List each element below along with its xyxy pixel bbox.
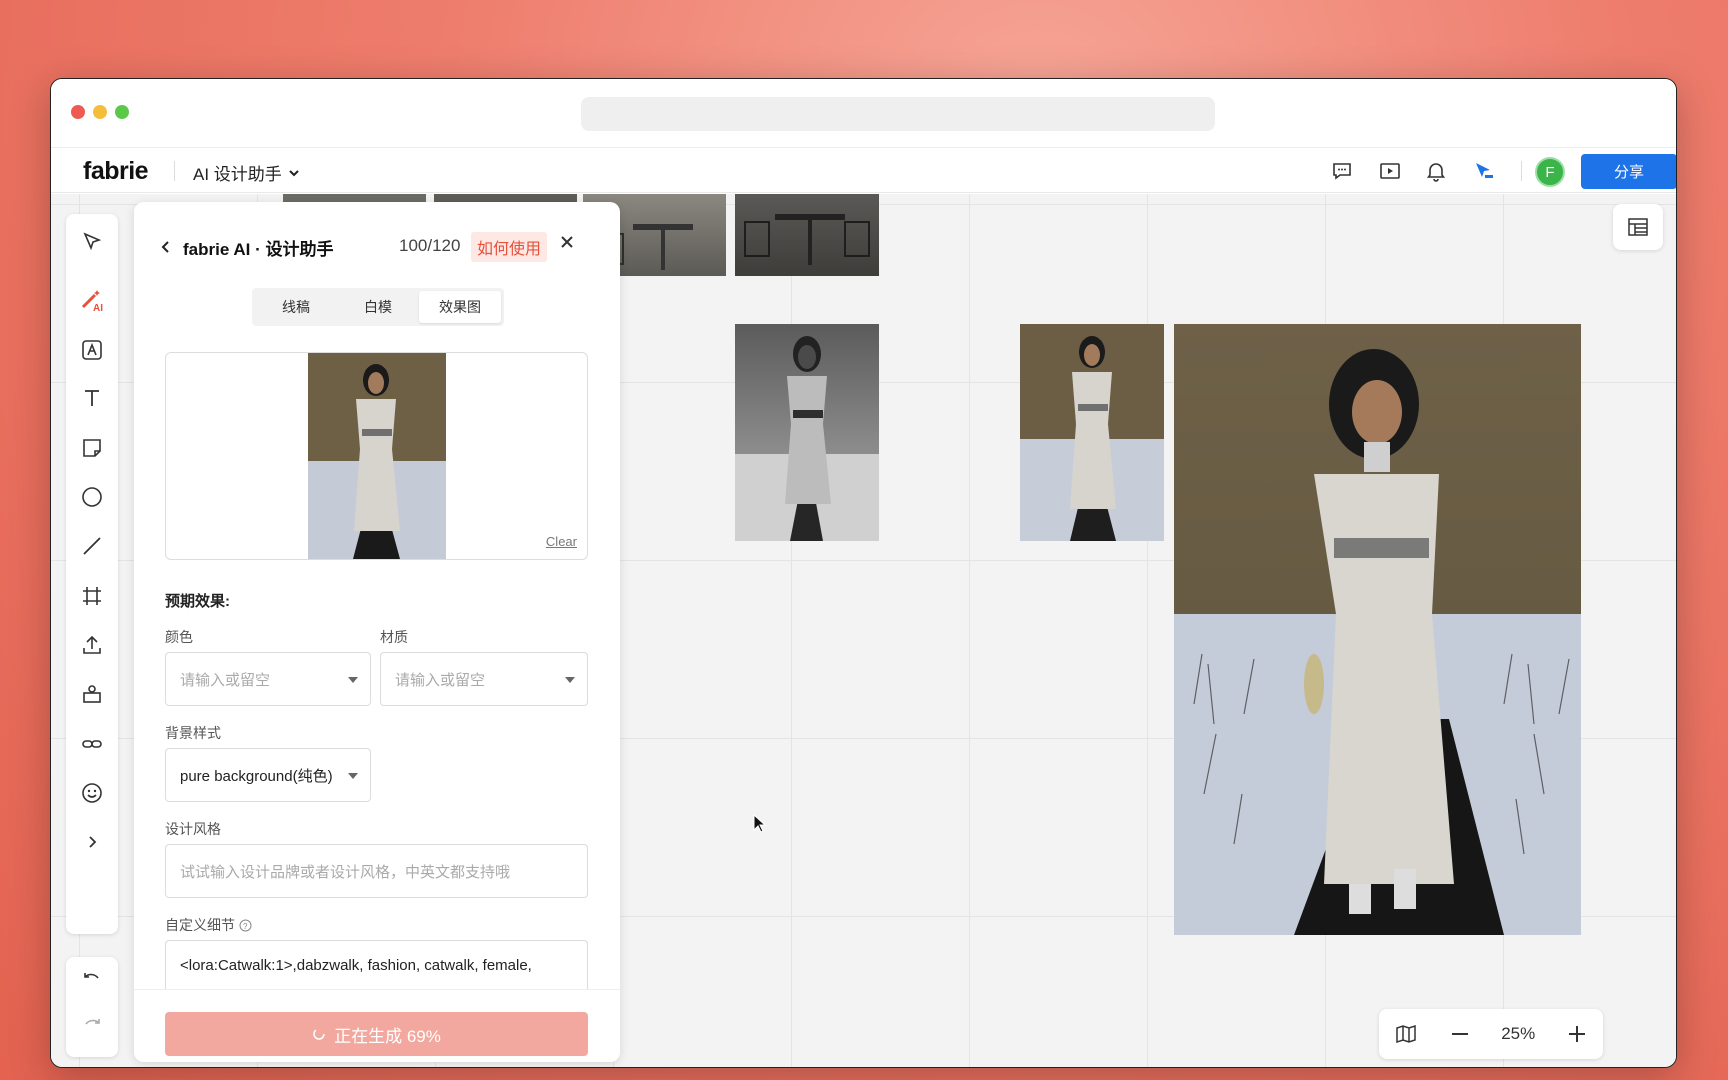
asset-library-icon[interactable]: [76, 678, 108, 710]
line-tool-icon[interactable]: [76, 530, 108, 562]
canvas-image[interactable]: [735, 194, 879, 276]
material-label: 材质: [380, 629, 408, 645]
upload-icon[interactable]: [76, 629, 108, 661]
color-placeholder: 请输入或留空: [180, 671, 271, 689]
spinner-icon: [313, 1028, 325, 1040]
back-icon[interactable]: [159, 240, 173, 254]
presentation-icon[interactable]: [1375, 156, 1405, 186]
caret-down-icon: [348, 677, 358, 683]
title-bar: [51, 79, 1676, 147]
mouse-cursor-icon: [753, 814, 767, 833]
zoom-out-icon[interactable]: [1449, 1023, 1471, 1045]
ai-magic-icon[interactable]: AI: [76, 284, 108, 316]
background-style-select[interactable]: pure background(纯色): [165, 748, 371, 802]
tab-render[interactable]: 效果图: [419, 291, 501, 323]
material-placeholder: 请输入或留空: [395, 671, 486, 689]
panel-title: fabrie AI · 设计助手: [183, 239, 334, 259]
divider: [1521, 161, 1522, 181]
bell-icon[interactable]: [1421, 156, 1451, 186]
address-bar[interactable]: [581, 97, 1215, 131]
canvas-image[interactable]: [735, 324, 879, 541]
canvas-image[interactable]: [434, 194, 577, 202]
select-tool-icon[interactable]: [76, 226, 108, 258]
app-logo: fabrie: [83, 157, 149, 185]
svg-text:?: ?: [243, 922, 248, 931]
maximize-window-button[interactable]: [115, 105, 129, 119]
redo-icon[interactable]: [76, 1011, 108, 1043]
share-button[interactable]: 分享: [1581, 154, 1676, 189]
close-window-button[interactable]: [71, 105, 85, 119]
expand-toolbar-icon[interactable]: [76, 826, 108, 858]
left-toolbar: AI: [66, 214, 118, 934]
mode-tabs: 线稿 白模 效果图: [252, 288, 504, 326]
app-header: fabrie AI 设计助手 F 分享: [51, 147, 1676, 193]
caret-down-icon: [348, 773, 358, 779]
text-frame-icon[interactable]: [76, 334, 108, 366]
divider: [174, 161, 175, 181]
assistant-menu-label: AI 设计助手: [193, 165, 282, 184]
ai-assistant-panel: fabrie AI · 设计助手 100/120 如何使用 线稿 白模 效果图: [134, 202, 620, 1062]
reference-image-upload[interactable]: Clear: [165, 352, 588, 560]
comment-icon[interactable]: [1327, 156, 1357, 186]
canvas[interactable]: AI fabrie AI · 设计助手 100/120 如何使用 线稿 白模 效…: [51, 194, 1676, 1067]
clear-link[interactable]: Clear: [546, 534, 577, 549]
design-style-placeholder: 试试输入设计品牌或者设计风格，中英文都支持哦: [180, 863, 511, 881]
design-style-label: 设计风格: [165, 821, 221, 837]
material-select[interactable]: 请输入或留空: [380, 652, 588, 706]
cursor-follow-icon[interactable]: [1469, 156, 1499, 186]
canvas-image-large[interactable]: [1174, 324, 1581, 935]
custom-detail-label: 自定义细节: [165, 917, 235, 933]
minimize-window-button[interactable]: [93, 105, 107, 119]
frame-tool-icon[interactable]: [76, 580, 108, 612]
zoom-controls: 25%: [1379, 1009, 1603, 1059]
panel-header: fabrie AI · 设计助手 100/120 如何使用: [159, 232, 599, 262]
background-style-label: 背景样式: [165, 725, 221, 741]
color-label: 颜色: [165, 629, 193, 645]
svg-text:AI: AI: [93, 303, 103, 313]
custom-detail-value: <lora:Catwalk:1>,dabzwalk, fashion, catw…: [180, 957, 532, 974]
chevron-down-icon: [289, 169, 299, 176]
text-tool-icon[interactable]: [76, 382, 108, 414]
generate-label: 正在生成 69%: [334, 1026, 441, 1046]
credits-counter: 100/120: [399, 236, 461, 255]
link-icon[interactable]: [76, 728, 108, 760]
sticky-note-icon[interactable]: [76, 432, 108, 464]
caret-down-icon: [565, 677, 575, 683]
custom-detail-label-row: 自定义细节 ?: [165, 915, 252, 935]
reference-thumbnail: [308, 353, 446, 559]
background-style-value: pure background(纯色): [180, 767, 333, 785]
circle-shape-icon[interactable]: [76, 481, 108, 513]
close-icon[interactable]: [559, 234, 575, 250]
avatar[interactable]: F: [1535, 157, 1565, 187]
expected-effect-label: 预期效果:: [165, 593, 230, 610]
tab-line-draft[interactable]: 线稿: [255, 291, 337, 323]
emoji-icon[interactable]: [76, 777, 108, 809]
table-view-button[interactable]: [1613, 204, 1663, 250]
generate-button[interactable]: 正在生成 69%: [165, 1012, 588, 1056]
canvas-image[interactable]: [283, 194, 426, 202]
color-select[interactable]: 请输入或留空: [165, 652, 371, 706]
canvas-image[interactable]: [1020, 324, 1164, 541]
assistant-menu[interactable]: AI 设计助手: [193, 160, 300, 185]
zoom-in-icon[interactable]: [1566, 1023, 1588, 1045]
table-icon: [1628, 218, 1648, 236]
design-style-input[interactable]: 试试输入设计品牌或者设计风格，中英文都支持哦: [165, 844, 588, 898]
help-icon[interactable]: ?: [239, 919, 252, 932]
undo-icon[interactable]: [76, 965, 108, 997]
tab-white-model[interactable]: 白模: [337, 291, 419, 323]
history-panel: [66, 957, 118, 1057]
howto-link[interactable]: 如何使用: [471, 232, 548, 262]
minimap-icon[interactable]: [1394, 1022, 1418, 1046]
app-window: fabrie AI 设计助手 F 分享 AI fabrie AI · 设计助手 …: [50, 78, 1677, 1068]
zoom-level[interactable]: 25%: [1501, 1024, 1535, 1044]
